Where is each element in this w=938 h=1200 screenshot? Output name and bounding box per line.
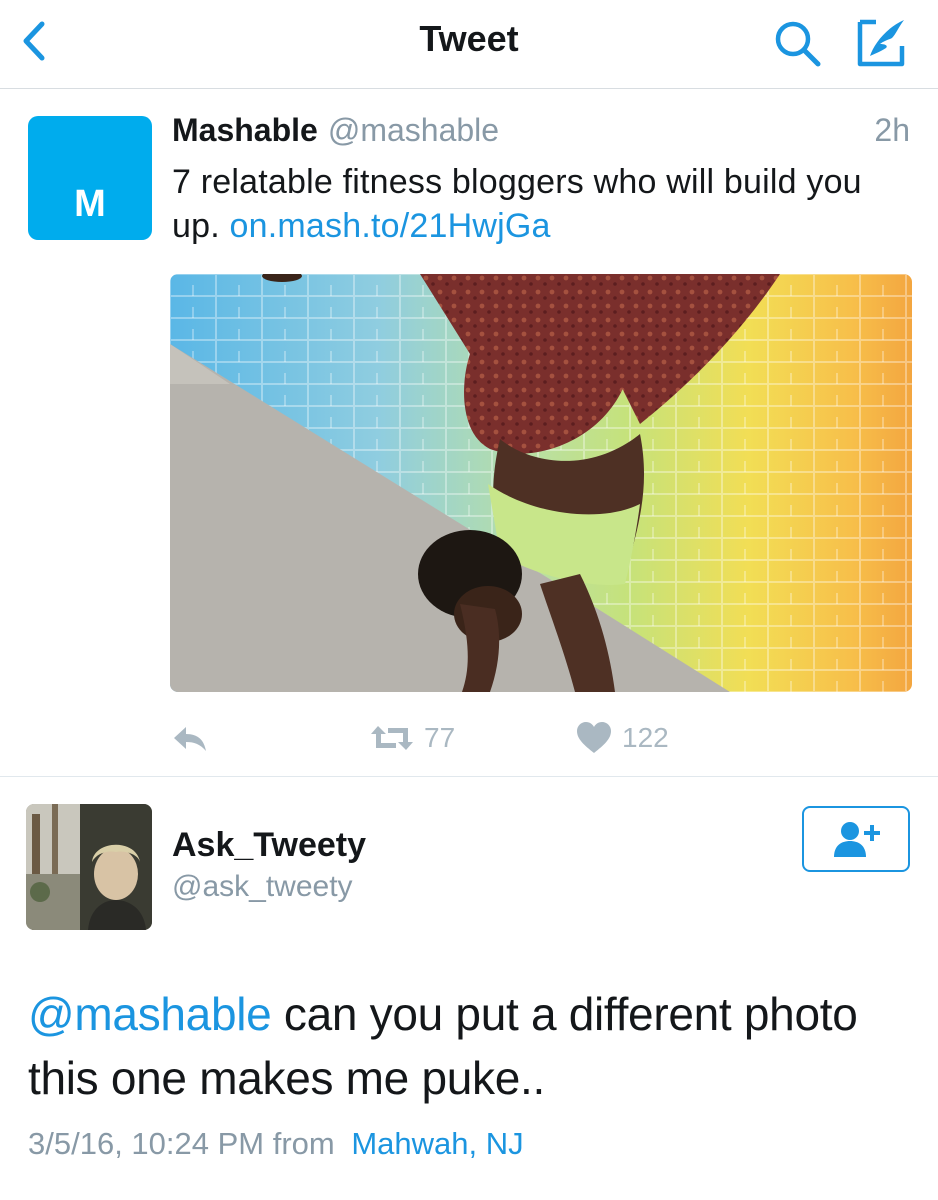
navigation-bar: Tweet [0, 0, 938, 89]
retweet-count: 77 [424, 722, 456, 753]
like-button[interactable]: 122 [574, 714, 669, 762]
section-divider [0, 776, 938, 777]
tweet-metadata: 3/5/16, 10:24 PM from Mahwah, NJ [28, 1126, 524, 1162]
heart-icon [577, 722, 611, 753]
quoted-tweet-time: 2h [874, 112, 910, 148]
reply-button[interactable] [170, 714, 210, 762]
add-user-icon [834, 822, 880, 857]
quoted-tweet-text: 7 relatable fitness bloggers who will bu… [172, 160, 902, 248]
mention-link[interactable]: @mashable [28, 988, 272, 1040]
ask-tweety-avatar[interactable] [26, 804, 152, 930]
quoted-tweet-link[interactable]: on.mash.to/21HwjGa [230, 207, 551, 245]
quoted-tweet-author-name[interactable]: Mashable [172, 112, 318, 148]
reply-icon [174, 727, 206, 751]
like-count: 122 [622, 722, 669, 753]
tweet-action-bar: 77 122 [170, 714, 912, 762]
avatar-letter: M [74, 183, 106, 225]
tweet-author-name[interactable]: Ask_Tweety [172, 826, 366, 865]
handstand-photo [170, 274, 912, 692]
tweet-author-handle[interactable]: @ask_tweety [172, 870, 353, 904]
user-profile-photo [26, 804, 152, 930]
mashable-avatar[interactable]: M [28, 116, 152, 240]
search-button[interactable] [770, 16, 826, 72]
tweet-text: @mashable can you put a different photo … [28, 982, 918, 1110]
tweet-photo[interactable] [170, 274, 912, 692]
search-icon [775, 21, 821, 67]
quoted-tweet-header: Mashable @mashable 2h [172, 112, 912, 149]
follow-button[interactable] [802, 806, 910, 872]
retweet-button[interactable]: 77 [368, 714, 455, 762]
retweet-icon [371, 726, 413, 750]
quoted-tweet-author-handle[interactable]: @mashable [328, 112, 499, 148]
compose-tweet-button[interactable] [852, 14, 912, 74]
tweet-timestamp: 3/5/16, 10:24 PM from [28, 1126, 335, 1161]
tweet-location[interactable]: Mahwah, NJ [351, 1126, 523, 1161]
compose-icon [857, 19, 905, 67]
